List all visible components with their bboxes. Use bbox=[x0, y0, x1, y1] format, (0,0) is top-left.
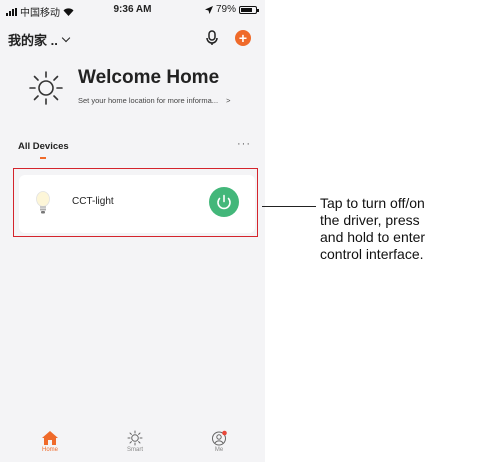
tab-label-smart: Smart bbox=[126, 447, 143, 453]
home-icon bbox=[42, 431, 58, 445]
home-name-label: 我的家 .. bbox=[8, 33, 58, 48]
tab-label-me: Me bbox=[214, 447, 224, 453]
battery-group: 79% bbox=[204, 4, 259, 15]
location-hint-text: Set your home location for more informa.… bbox=[78, 96, 219, 105]
chevron-down-icon bbox=[61, 33, 71, 42]
active-tab-indicator bbox=[40, 157, 46, 159]
callout-text: Tap to turn off/on the driver, press and… bbox=[320, 195, 475, 263]
callout-line: Tap to turn off/on bbox=[320, 195, 425, 211]
callout-line: the driver, press bbox=[320, 212, 420, 228]
add-device-button[interactable]: + bbox=[235, 30, 251, 46]
bottom-tab-bar: Home Smart Me bbox=[0, 426, 265, 462]
more-options-button[interactable]: ··· bbox=[237, 138, 251, 150]
tab-smart[interactable]: Smart bbox=[110, 430, 160, 453]
tab-home[interactable]: Home bbox=[25, 430, 75, 453]
callout-line: and hold to enter bbox=[320, 229, 426, 245]
user-icon bbox=[212, 430, 227, 446]
location-hint-link[interactable]: Set your home location for more informa.… bbox=[78, 96, 230, 105]
home-selector[interactable]: 我的家 .. bbox=[8, 30, 71, 49]
battery-percent: 79% bbox=[215, 4, 236, 15]
tab-label-home: Home bbox=[41, 447, 58, 453]
callout-leader-line bbox=[262, 206, 316, 207]
welcome-title: Welcome Home bbox=[78, 67, 220, 88]
microphone-icon[interactable] bbox=[205, 30, 219, 46]
callout-line: control interface. bbox=[320, 246, 424, 262]
status-bar: 中国移动 9:36 AM 79% bbox=[0, 0, 265, 22]
tab-all-devices[interactable]: All Devices bbox=[18, 141, 69, 152]
location-arrow-icon bbox=[204, 5, 213, 14]
chevron-right-icon: > bbox=[226, 96, 231, 105]
battery-icon bbox=[239, 5, 259, 14]
tab-me[interactable]: Me bbox=[194, 430, 244, 453]
sun-icon bbox=[127, 430, 143, 446]
device-highlight-frame bbox=[13, 168, 258, 237]
sun-icon bbox=[29, 71, 63, 105]
